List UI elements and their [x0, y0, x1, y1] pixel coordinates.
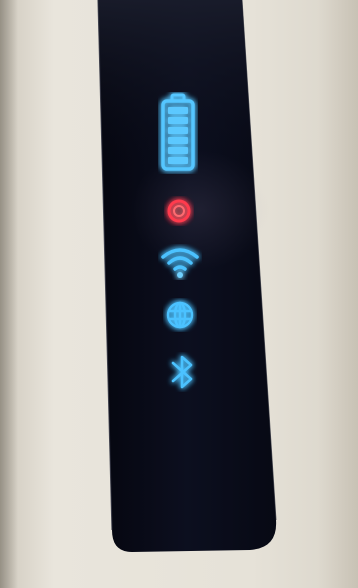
bluetooth-icon: [171, 355, 193, 389]
photo-scene: [0, 0, 358, 588]
wifi-icon: [161, 248, 199, 278]
router-panel: [97, 0, 277, 552]
globe-icon: [166, 301, 194, 329]
power-icon: [167, 199, 191, 223]
battery-icon: [161, 93, 195, 171]
